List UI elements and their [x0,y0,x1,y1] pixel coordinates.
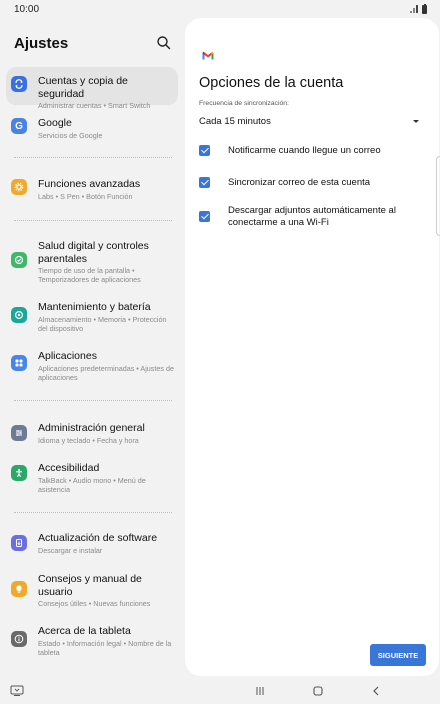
software-update-icon [11,535,27,551]
section-divider [14,157,172,158]
accounts-sync-icon [11,76,27,92]
menu-item-title: Cuentas y copia de seguridad [38,75,128,100]
account-options-panel: Opciones de la cuenta Frecuencia de sinc… [185,18,439,676]
menu-item-title: Consejos y manual de usuario [38,573,142,598]
menu-item-subtitle: Administrar cuentas • Smart Switch [38,101,151,110]
status-time: 10:00 [14,3,40,15]
menu-item-subtitle: Tiempo de uso de la pantalla • Temporiza… [38,266,141,284]
sidebar-item-apps[interactable]: Aplicaciones Aplicaciones predeterminada… [6,350,178,384]
page-title: Opciones de la cuenta [199,75,344,91]
sidebar-item-general-management[interactable]: Administración general Idioma y teclado … [6,422,178,450]
menu-item-subtitle: Descargar e instalar [38,545,103,555]
digital-wellbeing-icon [11,252,27,268]
sync-frequency-dropdown[interactable]: Cada 15 minutos [199,114,421,128]
sidebar-title: Ajustes [14,34,69,52]
sidebar-item-accessibility[interactable]: Accesibilidad TalkBack • Audio mono • Me… [6,462,178,498]
gmail-logo-icon [202,51,214,60]
back-icon [373,686,379,696]
menu-item-title: Funciones avanzadas [38,178,141,190]
checkbox-label: Sincronizar correo de esta cuenta [228,177,371,188]
dropdown-arrow-icon [413,119,419,123]
back-button[interactable] [367,682,385,700]
sidebar-item-advanced-features[interactable]: Funciones avanzadas Labs • S Pen • Botón… [6,178,178,208]
notify-email-checkbox[interactable] [199,145,210,156]
edge-panel-handle[interactable] [436,156,440,236]
about-info-icon [11,631,27,647]
settings-sidebar: Ajustes Cuentas y copia de seguridad Adm… [0,18,185,678]
sidebar-item-digital-wellbeing[interactable]: Salud digital y controles parentales Tie… [6,240,178,286]
keyboard-icon [10,685,24,696]
download-attachments-checkbox[interactable] [199,211,210,222]
home-icon [313,686,323,696]
home-button[interactable] [309,682,327,700]
section-divider [14,512,172,513]
sidebar-item-accounts-backup[interactable]: Cuentas y copia de seguridad Administrar… [6,67,178,110]
download-attachments-option[interactable]: Descargar adjuntos automáticamente al co… [199,205,421,228]
menu-item-subtitle: Estado • Información legal • Nombre de l… [38,638,172,657]
menu-item-title: Salud digital y controles parentales [38,240,149,265]
sidebar-item-google[interactable]: G Google Servicios de Google [6,117,178,147]
sync-email-option[interactable]: Sincronizar correo de esta cuenta [199,177,421,189]
menu-item-subtitle: Consejos útiles • Nuevas funciones [38,599,151,608]
next-button[interactable]: SIGUIENTE [370,644,426,666]
advanced-features-icon [11,179,27,195]
signal-icon [410,5,419,13]
navigation-bar [0,678,440,704]
sync-frequency-value: Cada 15 minutos [199,115,271,127]
section-divider [14,220,172,221]
sync-frequency-label: Frecuencia de sincronización: [199,100,289,107]
recent-apps-icon [256,687,264,695]
battery-icon [422,3,427,14]
menu-item-title: Acerca de la tableta [38,625,131,637]
search-icon [157,36,171,50]
general-management-icon [11,425,27,441]
device-care-icon [11,307,27,323]
accessibility-icon [11,465,27,481]
menu-item-title: Google [38,117,72,129]
google-icon: G [11,118,27,134]
recent-apps-button[interactable] [251,682,269,700]
menu-item-title: Mantenimiento y batería [38,301,151,313]
sidebar-item-about-tablet[interactable]: Acerca de la tableta Estado • Informació… [6,625,178,661]
menu-item-subtitle: Idioma y teclado • Fecha y hora [38,435,139,445]
sidebar-item-device-care[interactable]: Mantenimiento y batería Almacenamiento •… [6,301,178,335]
menu-item-subtitle: TalkBack • Audio mono • Menú de asistenc… [38,475,146,494]
menu-item-title: Administración general [38,422,145,434]
checkbox-label: Descargar adjuntos automáticamente al co… [228,205,396,228]
search-button[interactable] [155,34,173,52]
menu-item-subtitle: Labs • S Pen • Botón Función [38,191,133,201]
menu-item-title: Aplicaciones [38,350,97,362]
checkbox-label: Notificarme cuando llegue un correo [228,145,381,156]
sidebar-item-tips[interactable]: Consejos y manual de usuario Consejos út… [6,573,178,613]
sidebar-item-software-update[interactable]: Actualización de software Descargar e in… [6,532,178,560]
status-icons [410,3,427,14]
tips-icon [11,581,27,597]
menu-item-title: Actualización de software [38,532,158,544]
notify-email-option[interactable]: Notificarme cuando llegue un correo [199,145,421,157]
apps-icon [11,355,27,371]
menu-item-subtitle: Servicios de Google [38,130,103,140]
menu-item-subtitle: Aplicaciones predeterminadas • Ajustes d… [38,363,174,382]
sidebar-header: Ajustes [0,18,185,68]
menu-item-title: Accesibilidad [38,462,100,474]
sync-email-checkbox[interactable] [199,177,210,188]
menu-item-subtitle: Almacenamiento • Memoria • Protección de… [38,314,167,333]
status-bar: 10:00 [0,0,440,18]
keyboard-toggle-button[interactable] [8,682,26,700]
section-divider [14,400,172,401]
